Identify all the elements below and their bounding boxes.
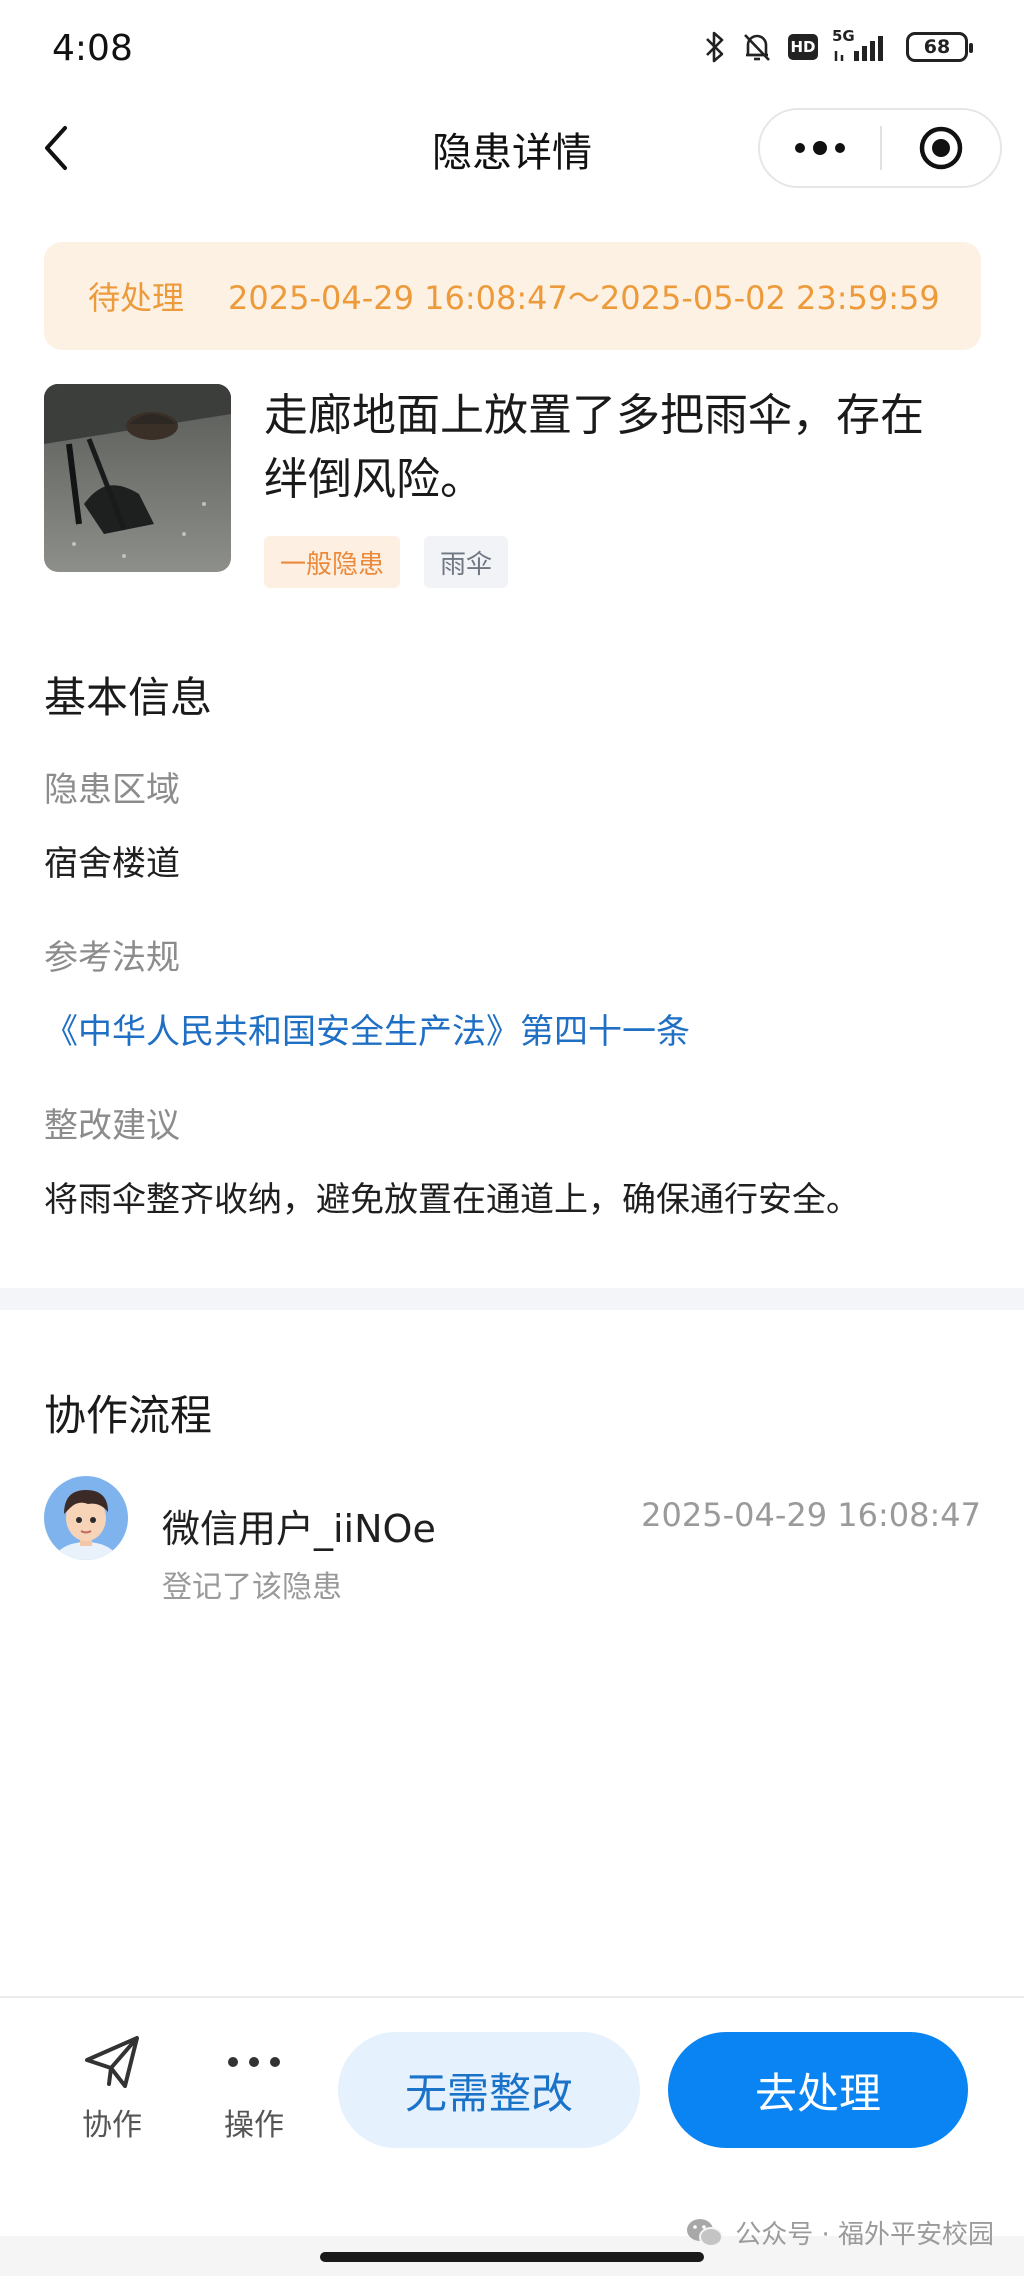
area-value: 宿舍楼道 (44, 844, 180, 884)
collaborate-label: 协作 (82, 2108, 142, 2143)
paper-plane-icon (85, 2036, 139, 2088)
suggestion-value: 将雨伞整齐收纳，避免放置在通道上，确保通行安全。 (44, 1180, 860, 1220)
status-time: 4:08 (52, 28, 133, 69)
close-mini-program-button[interactable] (882, 110, 1000, 186)
battery-icon: 68 (906, 32, 973, 62)
watermark-text: 公众号 · 福外平安校园 (735, 2220, 994, 2250)
status-label: 待处理 (88, 279, 185, 317)
signal-icon: 5G (832, 27, 892, 63)
status-bar: 4:08 HD 5G 68 (0, 0, 1024, 100)
bottom-action-bar: 协作 操作 无需整改 去处理 (0, 1996, 1024, 2236)
avatar (44, 1476, 128, 1560)
flow-user-name: 微信用户_iiNOe (162, 1507, 436, 1551)
flow-action: 登记了该隐患 (162, 1570, 342, 1605)
hazard-level-tag: 一般隐患 (264, 536, 401, 588)
operate-label: 操作 (224, 2108, 284, 2143)
hd-icon: HD (788, 34, 818, 60)
basic-info-title: 基本信息 (44, 673, 213, 722)
no-rectify-button[interactable]: 无需整改 (338, 2032, 640, 2148)
regulation-label: 参考法规 (44, 938, 180, 978)
operate-button[interactable]: 操作 (204, 2034, 304, 2144)
status-icons: HD 5G 68 (704, 27, 973, 64)
flow-item: 微信用户_iiNOe 2025-04-29 16:08:47 登记了该隐患 (44, 1476, 981, 1616)
flow-timestamp: 2025-04-29 16:08:47 (641, 1496, 981, 1534)
more-button[interactable] (760, 110, 880, 186)
deadline-period: 2025-04-29 16:08:47～2025-05-02 23:59:59 (228, 279, 940, 317)
bluetooth-icon (704, 30, 726, 64)
app-root: 4:08 HD 5G 68 隐患详情 待处理 2025-04-29 16:08:… (0, 0, 1024, 2276)
process-button[interactable]: 去处理 (668, 2032, 968, 2148)
hazard-category-tag: 雨伞 (424, 536, 509, 588)
title-bar: 隐患详情 (0, 108, 1024, 188)
watermark: 公众号 · 福外平安校园 (685, 2214, 994, 2251)
hazard-photo[interactable] (44, 384, 231, 572)
status-banner: 待处理 2025-04-29 16:08:47～2025-05-02 23:59… (44, 242, 981, 350)
collaborate-button[interactable]: 协作 (62, 2034, 162, 2144)
suggestion-label: 整改建议 (44, 1106, 180, 1146)
more-dots-icon (228, 2057, 280, 2067)
collaboration-title: 协作流程 (44, 1391, 213, 1440)
bell-muted-icon (740, 30, 774, 64)
regulation-link[interactable]: 《中华人民共和国安全生产法》第四十一条 (44, 1004, 690, 1053)
section-divider (0, 1288, 1024, 1310)
mini-program-capsule (758, 108, 1002, 188)
area-label: 隐患区域 (44, 770, 180, 810)
wechat-icon (687, 2218, 724, 2247)
hazard-description: 走廊地面上放置了多把雨伞，存在绊倒风险。 (264, 390, 924, 505)
more-dots-icon (795, 141, 845, 155)
home-indicator[interactable] (320, 2252, 704, 2262)
target-close-icon (919, 126, 963, 170)
network-type-label: 5G (832, 27, 855, 45)
